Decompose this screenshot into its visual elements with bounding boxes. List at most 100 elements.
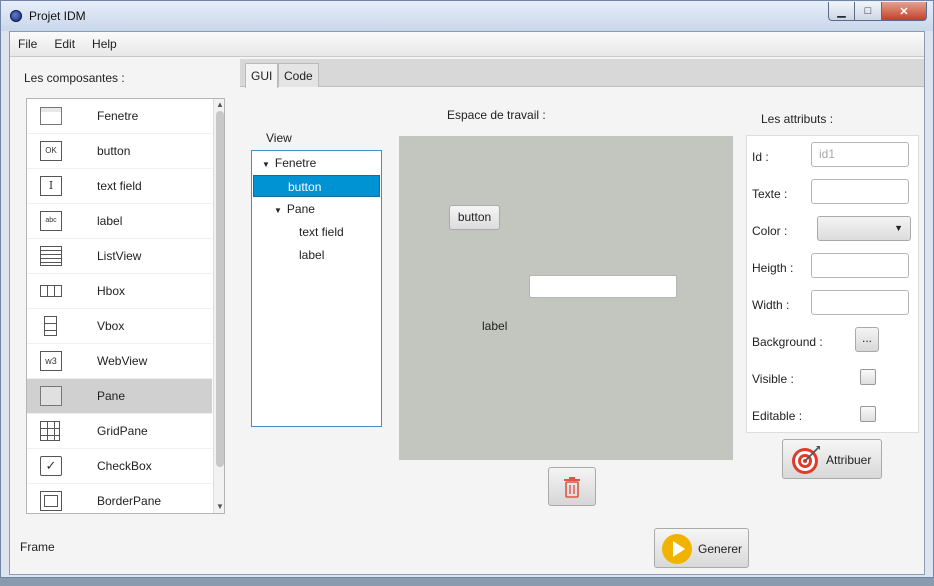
play-icon xyxy=(662,534,692,564)
attributes-panel: Id : id1 Texte : Color : ▼ Heigth : Widt… xyxy=(746,135,919,433)
list-item-label: button xyxy=(97,144,131,158)
width-field[interactable] xyxy=(811,290,909,315)
list-item-listview[interactable]: ListView xyxy=(27,239,212,274)
texte-field[interactable] xyxy=(811,179,909,204)
editable-label: Editable : xyxy=(752,409,803,423)
expanded-arrow-icon[interactable]: ▼ xyxy=(274,206,282,215)
color-select[interactable]: ▼ xyxy=(817,216,911,241)
view-tree[interactable]: ▼ Fenetre button ▼ Pane text field label xyxy=(251,150,382,427)
list-item-checkbox[interactable]: ✓ CheckBox xyxy=(27,449,212,484)
tree-item-pane[interactable]: ▼ Pane xyxy=(253,198,380,220)
menu-file[interactable]: File xyxy=(18,37,37,51)
components-list[interactable]: Fenetre OK button I text field abc label… xyxy=(26,98,225,514)
text-field-icon: I xyxy=(40,176,62,196)
workspace-label[interactable]: label xyxy=(482,319,507,333)
minimize-button[interactable]: ▁ xyxy=(828,2,855,21)
expanded-arrow-icon[interactable]: ▼ xyxy=(262,160,270,169)
menu-bar: File Edit Help xyxy=(10,32,924,57)
tree-item-label: Pane xyxy=(286,202,315,216)
generer-button[interactable]: Generer xyxy=(654,528,749,568)
attribuer-button[interactable]: Attribuer xyxy=(782,439,882,479)
visible-label: Visible : xyxy=(752,372,794,386)
listview-icon xyxy=(40,246,62,266)
delete-button[interactable] xyxy=(548,467,596,506)
list-item-fenetre[interactable]: Fenetre xyxy=(27,99,212,134)
list-item-gridpane[interactable]: GridPane xyxy=(27,414,212,449)
tree-item-label: label xyxy=(299,248,325,262)
attribuer-label: Attribuer xyxy=(826,453,872,467)
list-item-webview[interactable]: w3 WebView xyxy=(27,344,212,379)
window-controls: ▁ □ ✕ xyxy=(828,2,927,21)
app-icon xyxy=(10,10,22,22)
id-label: Id : xyxy=(752,150,769,164)
tree-item-fenetre[interactable]: ▼ Fenetre xyxy=(253,152,380,174)
list-item-label: GridPane xyxy=(97,424,148,438)
close-button[interactable]: ✕ xyxy=(882,2,927,21)
background-picker-button[interactable]: ... xyxy=(855,327,879,352)
generer-label: Generer xyxy=(698,542,743,556)
heigth-label: Heigth : xyxy=(752,261,794,275)
window-title: Projet IDM xyxy=(29,9,86,23)
view-title: View xyxy=(266,131,292,145)
texte-label: Texte : xyxy=(752,187,788,201)
editable-checkbox[interactable] xyxy=(860,406,876,422)
tab-code[interactable]: Code xyxy=(278,63,319,87)
list-item-text-field[interactable]: I text field xyxy=(27,169,212,204)
list-item-label: Hbox xyxy=(97,284,126,298)
list-item-label: ListView xyxy=(97,249,142,263)
frame-status-label: Frame xyxy=(20,540,55,554)
visible-checkbox[interactable] xyxy=(860,369,876,385)
list-item-label: WebView xyxy=(97,354,148,368)
title-bar[interactable]: Projet IDM ▁ □ ✕ xyxy=(1,1,933,31)
list-item-vbox[interactable]: Vbox xyxy=(27,309,212,344)
pane-icon xyxy=(40,386,62,406)
workspace-canvas[interactable]: button label xyxy=(399,136,733,460)
list-item-label: CheckBox xyxy=(97,459,152,473)
components-scrollbar[interactable]: ▲ ▼ xyxy=(213,99,224,513)
tab-bar: GUI Code xyxy=(240,59,924,88)
maximize-icon: □ xyxy=(864,5,872,17)
app-window: Projet IDM ▁ □ ✕ File Edit Help Les comp… xyxy=(0,0,934,578)
list-item-label: BorderPane xyxy=(97,494,162,508)
client-area: File Edit Help Les composantes : Fenetre… xyxy=(9,31,925,575)
checkbox-icon: ✓ xyxy=(40,456,62,476)
scroll-up-icon[interactable]: ▲ xyxy=(216,101,224,109)
id-field[interactable]: id1 xyxy=(811,142,909,167)
minimize-icon: ▁ xyxy=(837,5,846,18)
chevron-down-icon: ▼ xyxy=(894,223,903,233)
list-item-pane[interactable]: Pane xyxy=(27,379,212,414)
list-item-hbox[interactable]: Hbox xyxy=(27,274,212,309)
color-label: Color : xyxy=(752,224,788,238)
tree-item-button[interactable]: button xyxy=(253,175,380,197)
tree-item-text-field[interactable]: text field xyxy=(253,221,380,243)
list-item-label: Vbox xyxy=(97,319,125,333)
tree-item-label[interactable]: label xyxy=(253,244,380,266)
list-item-button[interactable]: OK button xyxy=(27,134,212,169)
scroll-down-icon[interactable]: ▼ xyxy=(216,503,224,511)
ok-button-icon: OK xyxy=(40,141,62,161)
heigth-field[interactable] xyxy=(811,253,909,278)
scroll-thumb[interactable] xyxy=(216,111,224,467)
tree-item-label: Fenetre xyxy=(274,156,317,170)
workspace-button[interactable]: button xyxy=(449,205,500,230)
tree-item-label: button xyxy=(288,180,322,194)
list-item-label: label xyxy=(97,214,123,228)
menu-help[interactable]: Help xyxy=(92,37,117,51)
maximize-button[interactable]: □ xyxy=(855,2,882,21)
background-label: Background : xyxy=(752,335,823,349)
components-title: Les composantes : xyxy=(24,71,125,85)
list-item-label[interactable]: abc label xyxy=(27,204,212,239)
list-item-label: text field xyxy=(97,179,142,193)
tab-gui[interactable]: GUI xyxy=(245,63,279,88)
list-item-label: Fenetre xyxy=(97,109,139,123)
workspace-text-field[interactable] xyxy=(529,275,677,298)
target-icon xyxy=(792,446,820,474)
trash-icon xyxy=(564,476,580,498)
borderpane-icon xyxy=(40,491,62,511)
vbox-icon xyxy=(44,316,57,336)
list-item-borderpane[interactable]: BorderPane xyxy=(27,484,212,513)
webview-icon: w3 xyxy=(40,351,62,371)
tree-item-label: text field xyxy=(299,225,344,239)
window-icon xyxy=(40,107,62,125)
menu-edit[interactable]: Edit xyxy=(54,37,75,51)
